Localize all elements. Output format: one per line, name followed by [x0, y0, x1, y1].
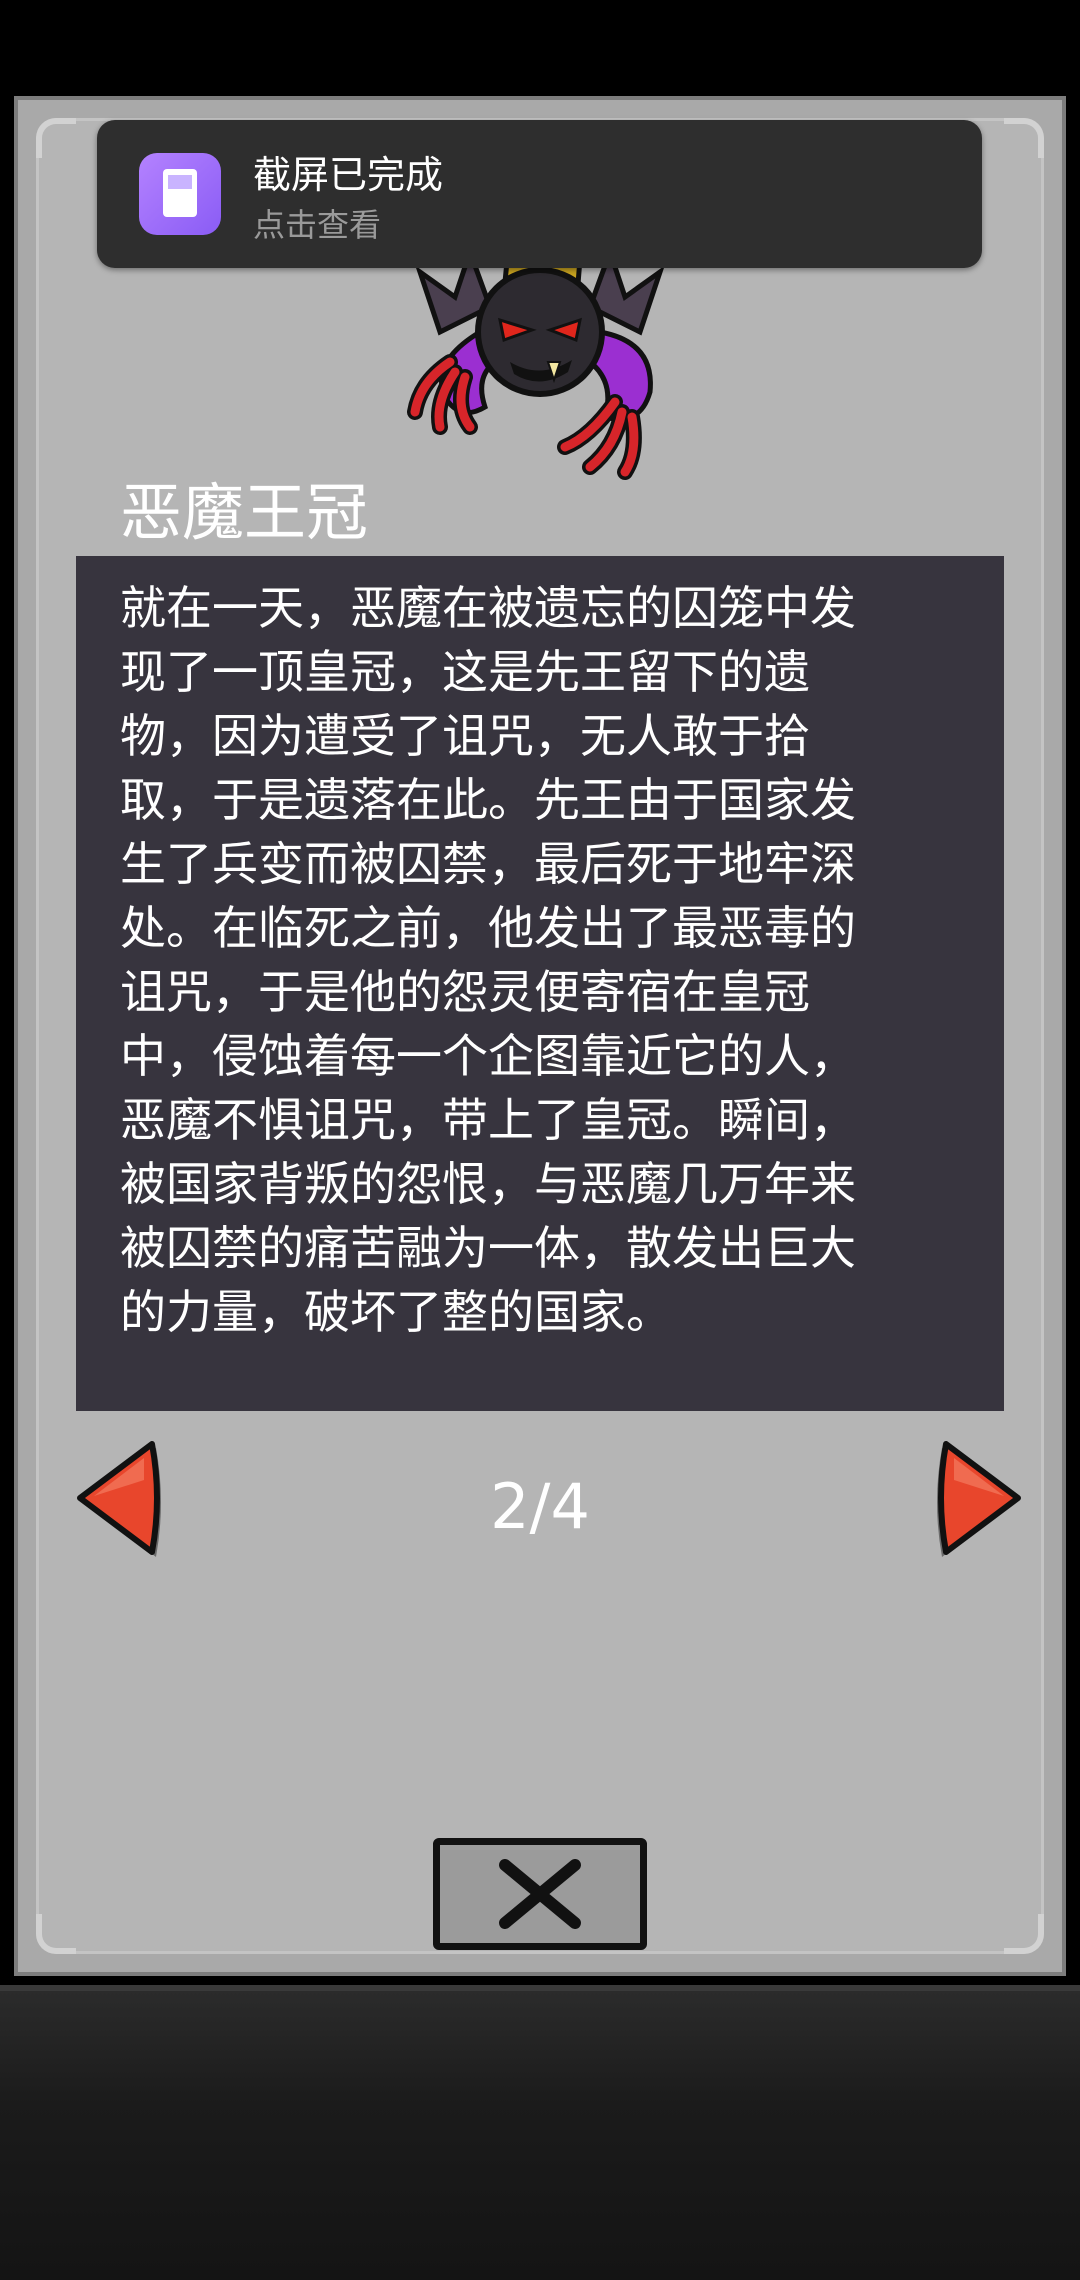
item-title: 恶魔王冠 — [120, 476, 369, 549]
floor-edge — [0, 1985, 1080, 1991]
notification-title: 截屏已完成 — [253, 153, 444, 197]
close-x-icon — [499, 1859, 581, 1929]
item-description-box: 就在一天，恶魔在被遗忘的囚笼中发 现了一顶皇冠，这是先王留下的遗 物，因为遭受了… — [76, 556, 1004, 1411]
panel-corner-decoration — [36, 1914, 76, 1954]
screen: 截屏已完成 点击查看 恶魔王冠 就在一天，恶魔在被遗忘的囚笼中发 现了一顶皇冠，… — [0, 0, 1080, 2280]
left-arrow-icon — [77, 1441, 161, 1557]
panel-corner-decoration — [36, 118, 76, 158]
screenshot-icon-image — [168, 175, 192, 189]
panel-corner-decoration — [1004, 1914, 1044, 1954]
right-arrow-icon — [937, 1441, 1021, 1557]
screenshot-notification[interactable]: 截屏已完成 点击查看 — [97, 120, 982, 268]
panel-corner-decoration — [1004, 118, 1044, 158]
background-floor — [0, 1985, 1080, 2280]
screenshot-icon — [139, 153, 221, 235]
next-page-button[interactable] — [932, 1440, 1024, 1565]
previous-page-button[interactable] — [74, 1440, 166, 1565]
page-indicator: 2/4 — [490, 1470, 590, 1543]
item-description-text: 就在一天，恶魔在被遗忘的囚笼中发 现了一顶皇冠，这是先王留下的遗 物，因为遭受了… — [120, 581, 856, 1339]
close-button[interactable] — [433, 1838, 647, 1950]
notification-subtitle: 点击查看 — [253, 206, 382, 244]
